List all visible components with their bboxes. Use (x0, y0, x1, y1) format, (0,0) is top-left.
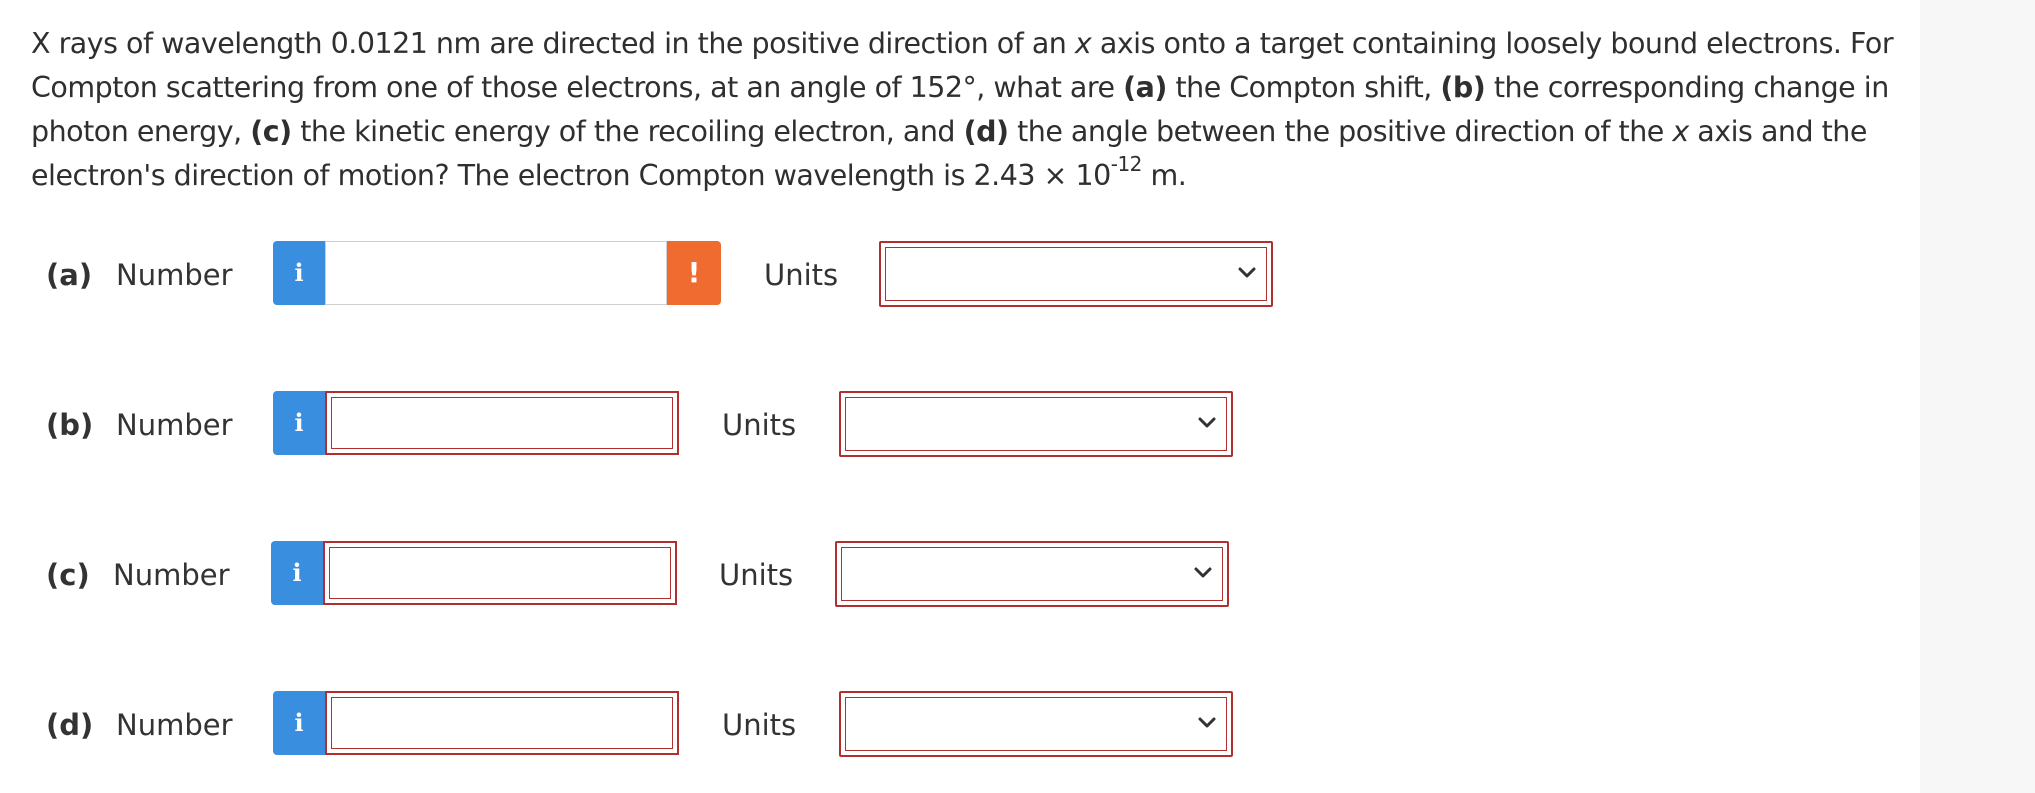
chevron-down-icon (1238, 267, 1256, 278)
number-input-d[interactable] (325, 691, 679, 755)
units-select-c[interactable] (835, 541, 1229, 607)
right-side-panel (1920, 0, 2035, 793)
answer-row-a: (a) Number i ! Units (0, 241, 1300, 311)
units-label: Units (722, 708, 797, 742)
number-label: Number (113, 558, 230, 592)
number-label: Number (116, 408, 233, 442)
warning-icon[interactable]: ! (667, 241, 721, 305)
units-label: Units (719, 558, 794, 592)
units-select-a[interactable] (879, 241, 1273, 307)
chevron-down-icon (1198, 717, 1216, 728)
info-icon[interactable]: i (273, 241, 325, 305)
number-input-a[interactable] (325, 241, 667, 305)
units-select-d[interactable] (839, 691, 1233, 757)
answer-row-c: (c) Number i Units (0, 541, 1300, 611)
number-input-c[interactable] (323, 541, 677, 605)
chevron-down-icon (1194, 567, 1212, 578)
units-label: Units (764, 258, 839, 292)
units-label: Units (722, 408, 797, 442)
units-select-b[interactable] (839, 391, 1233, 457)
part-label: (b) (46, 408, 94, 442)
info-icon[interactable]: i (273, 391, 325, 455)
part-label: (a) (46, 258, 93, 292)
number-label: Number (116, 258, 233, 292)
chevron-down-icon (1198, 417, 1216, 428)
part-label: (d) (46, 708, 94, 742)
part-label: (c) (46, 558, 90, 592)
answer-row-d: (d) Number i Units (0, 691, 1300, 761)
number-label: Number (116, 708, 233, 742)
answer-row-b: (b) Number i Units (0, 391, 1300, 461)
question-text: X rays of wavelength 0.0121 nm are direc… (31, 27, 1894, 192)
info-icon[interactable]: i (273, 691, 325, 755)
info-icon[interactable]: i (271, 541, 323, 605)
number-input-b[interactable] (325, 391, 679, 455)
